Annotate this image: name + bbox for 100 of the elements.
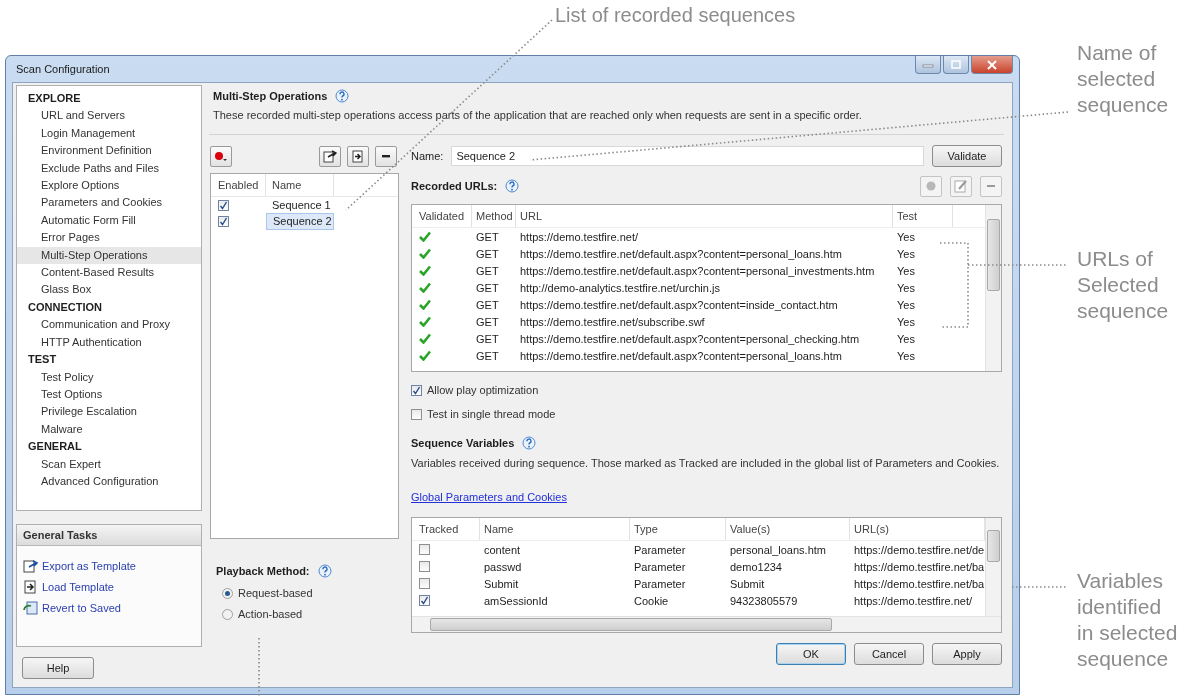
dialog-button[interactable]: Apply: [932, 643, 1002, 665]
nav-item[interactable]: Exclude Paths and Files: [17, 159, 201, 178]
radio-label[interactable]: Action-based: [238, 608, 303, 620]
close-button[interactable]: [971, 56, 1013, 74]
table-cell-text: Yes: [896, 247, 916, 260]
callout-label: URLs of Selected sequence: [1077, 246, 1170, 324]
column-header[interactable]: Method: [472, 205, 516, 227]
scrollbar[interactable]: [985, 518, 1001, 616]
nav-item[interactable]: Environment Definition: [17, 142, 201, 160]
table-cell-text: https://demo.testfire.net/: [853, 594, 973, 607]
task-link[interactable]: Load Template: [42, 581, 114, 593]
checkbox[interactable]: [419, 544, 430, 555]
checkbox[interactable]: [218, 215, 229, 227]
nav-category: CONNECTION: [27, 299, 103, 315]
nav-category: GENERAL: [27, 439, 83, 455]
edit-button[interactable]: [950, 175, 972, 197]
table-cell-text: https://demo.testfire.net/: [519, 230, 639, 243]
checkbox[interactable]: [419, 595, 430, 606]
variables-description: Variables received during sequence. Those marked as Tracked are included in the global list of Parameters and Cookies.: [411, 457, 1001, 469]
table-cell-text: https://demo.testfire.net/ba: [853, 577, 985, 590]
export-icon: [323, 149, 337, 163]
scrollbar[interactable]: [985, 205, 1001, 371]
column-header[interactable]: URL: [516, 205, 893, 227]
nav-item[interactable]: Login Management: [17, 124, 201, 143]
table-cell-text: Submit: [483, 577, 520, 590]
help-icon[interactable]: [505, 179, 520, 193]
record-button[interactable]: [210, 145, 232, 167]
task-link[interactable]: Revert to Saved: [42, 602, 121, 614]
radio-button[interactable]: [222, 587, 233, 599]
radio-button[interactable]: [222, 608, 233, 620]
help-icon[interactable]: [335, 89, 350, 103]
nav-item[interactable]: Explore Options: [17, 177, 201, 195]
global-parameters-link[interactable]: Global Parameters and Cookies: [411, 491, 567, 503]
dialog-button[interactable]: Cancel: [854, 643, 924, 665]
table-cell-text: Parameter: [633, 577, 687, 590]
document-icon: [23, 580, 39, 594]
table-cell-text: Parameter: [633, 560, 687, 573]
sequence-item[interactable]: Sequence 2: [266, 212, 334, 230]
nav-item[interactable]: Test Options: [17, 385, 201, 404]
remove-button[interactable]: [375, 145, 397, 167]
checkbox[interactable]: [411, 384, 422, 396]
table-cell-text: https://demo.testfire.net/default.aspx?content=inside_contact.htm: [519, 298, 839, 311]
name-field[interactable]: Sequence 2: [451, 146, 924, 166]
nav-item[interactable]: Multi-Step Operations: [17, 246, 201, 265]
column-header[interactable]: Type: [630, 518, 726, 540]
maximize-button[interactable]: [943, 56, 969, 74]
column-header[interactable]: Test: [893, 205, 953, 227]
nav-item[interactable]: Scan Expert: [17, 455, 201, 473]
import-button[interactable]: [347, 145, 369, 167]
leader-line: [1011, 586, 1069, 588]
nav-item[interactable]: Communication and Proxy: [17, 316, 201, 334]
record-icon: [925, 180, 937, 192]
callout-label: List of recorded sequences: [555, 4, 796, 26]
column-header[interactable]: Enabled: [211, 174, 266, 196]
validate-button[interactable]: Validate: [932, 145, 1002, 167]
minimize-icon: [922, 61, 934, 68]
field-label: Name:: [411, 150, 444, 162]
table-cell-text: amSessionId: [483, 594, 549, 607]
sequence-item[interactable]: Sequence 1: [266, 197, 334, 213]
nav-item[interactable]: Test Policy: [17, 368, 201, 386]
help-icon[interactable]: [317, 564, 332, 578]
nav-item[interactable]: Automatic Form Fill: [17, 211, 201, 230]
dialog-button[interactable]: OK: [776, 643, 846, 665]
checkbox-label[interactable]: Test in single thread mode: [427, 408, 556, 420]
checkbox[interactable]: [411, 408, 422, 420]
column-header[interactable]: Validated: [412, 205, 472, 227]
table-cell-text: GET: [475, 349, 500, 362]
nav-item[interactable]: Privilege Escalation: [17, 403, 201, 421]
callout-label: Variables identified in selected sequence: [1077, 568, 1179, 672]
radio-label[interactable]: Request-based: [238, 587, 313, 599]
task-link[interactable]: Export as Template: [42, 560, 136, 572]
nav-item[interactable]: Advanced Configuration: [17, 472, 201, 491]
help-icon[interactable]: [522, 436, 537, 450]
column-header[interactable]: Tracked: [412, 518, 480, 540]
nav-category: EXPLORE: [27, 91, 82, 106]
minimize-button[interactable]: [915, 56, 941, 74]
export-button[interactable]: [319, 145, 341, 167]
column-header[interactable]: Value(s): [726, 518, 850, 540]
nav-item[interactable]: Malware: [17, 420, 201, 439]
nav-item[interactable]: Glass Box: [17, 281, 201, 299]
scrollbar[interactable]: [412, 616, 1001, 632]
checkbox[interactable]: [419, 561, 430, 572]
nav-item[interactable]: URL and Servers: [17, 107, 201, 125]
column-header[interactable]: Name: [480, 518, 630, 540]
variables-title: Sequence Variables: [411, 437, 515, 449]
section-title: Multi-Step Operations: [213, 90, 328, 102]
panel-header: General Tasks: [17, 525, 201, 546]
checkbox-label[interactable]: Allow play optimization: [427, 384, 539, 396]
table-cell-text: GET: [475, 315, 500, 328]
nav-item[interactable]: HTTP Authentication: [17, 333, 201, 352]
checkbox[interactable]: [218, 199, 229, 211]
nav-item[interactable]: Parameters and Cookies: [17, 194, 201, 212]
checkbox[interactable]: [419, 578, 430, 589]
nav-item[interactable]: Error Pages: [17, 229, 201, 247]
playback-title: Playback Method:: [216, 565, 310, 577]
help-button[interactable]: Help: [22, 657, 94, 679]
table-cell-text: content: [483, 543, 522, 556]
column-header[interactable]: Name: [266, 174, 334, 196]
nav-item[interactable]: Content-Based Results: [17, 264, 201, 282]
table-cell-text: demo1234: [729, 560, 783, 573]
